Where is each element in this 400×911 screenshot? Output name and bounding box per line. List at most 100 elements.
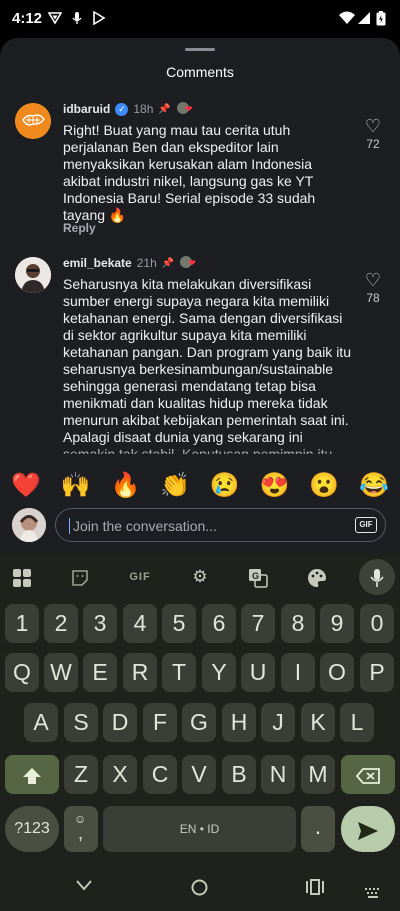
system-nav-bar xyxy=(0,863,400,911)
key-m[interactable]: M xyxy=(301,755,335,794)
nav-home-icon[interactable] xyxy=(191,879,208,901)
emoji-clap-button[interactable]: 👏 xyxy=(159,470,191,502)
period-key[interactable]: . xyxy=(301,806,335,852)
key-k[interactable]: K xyxy=(301,703,335,742)
translate-icon[interactable]: G xyxy=(240,559,276,595)
comment-time: 21h xyxy=(136,256,157,270)
shift-arrow-icon xyxy=(23,767,41,784)
key-g[interactable]: G xyxy=(182,703,216,742)
my-avatar xyxy=(12,508,46,542)
screen: 4:12 Comments idbaruid ✓ 18h 📌 ❤ Right! … xyxy=(0,0,400,911)
play-store-icon xyxy=(92,10,106,26)
key-w[interactable]: W xyxy=(44,653,78,692)
key-5[interactable]: 5 xyxy=(162,604,196,643)
shift-key[interactable] xyxy=(5,755,59,794)
sheet-title: Comments xyxy=(166,64,234,80)
voice-input-mic-icon[interactable] xyxy=(359,559,395,595)
emoji-wow-button[interactable]: 😮 xyxy=(308,470,340,502)
comment-input[interactable]: Join the conversation... GIF xyxy=(55,508,386,542)
key-b[interactable]: B xyxy=(222,755,256,794)
symbols-key[interactable]: ?123 xyxy=(5,806,59,852)
emoji-heart-button[interactable]: ❤️ xyxy=(10,470,42,502)
mic-status-icon xyxy=(70,11,84,25)
key-a[interactable]: A xyxy=(24,703,58,742)
nav-back-chevron-icon[interactable] xyxy=(76,875,92,896)
apps-grid-icon[interactable] xyxy=(4,559,40,595)
key-q[interactable]: Q xyxy=(5,653,39,692)
battery-icon xyxy=(374,11,388,26)
send-arrow-icon xyxy=(358,821,378,840)
emoji-quick-bar: ❤️ 🙌 🔥 👏 😢 😍 😮 😂 xyxy=(0,470,400,506)
comment-username[interactable]: emil_bekate xyxy=(63,256,132,270)
key-h[interactable]: H xyxy=(222,703,256,742)
liked-by-creator-icon: ❤ xyxy=(179,255,197,271)
avatar[interactable] xyxy=(15,257,51,293)
settings-gear-icon[interactable]: ⚙ xyxy=(182,559,218,595)
key-2[interactable]: 2 xyxy=(44,604,78,643)
heart-outline-icon: ♡ xyxy=(364,116,382,136)
signal-icon xyxy=(357,11,371,25)
key-f[interactable]: F xyxy=(143,703,177,742)
status-time: 4:12 xyxy=(12,10,43,27)
emoji-cry-button[interactable]: 😢 xyxy=(209,470,241,502)
comment-item: emil_bekate 21h 📌 ❤ Seharusnya kita mela… xyxy=(0,255,400,465)
comment-text: Seharusnya kita melakukan diversifikasi … xyxy=(63,276,351,454)
avatar[interactable] xyxy=(15,103,51,139)
sticker-icon[interactable] xyxy=(62,559,98,595)
key-3[interactable]: 3 xyxy=(83,604,117,643)
text-caret xyxy=(69,518,70,534)
key-6[interactable]: 6 xyxy=(202,604,236,643)
scroll-fade xyxy=(0,442,400,472)
user-photo xyxy=(15,257,51,293)
key-7[interactable]: 7 xyxy=(241,604,275,643)
status-bar: 4:12 xyxy=(0,0,400,38)
space-key[interactable]: EN • ID xyxy=(103,806,296,852)
key-j[interactable]: J xyxy=(261,703,295,742)
key-o[interactable]: O xyxy=(320,653,354,692)
send-enter-key[interactable] xyxy=(341,806,395,852)
heart-outline-icon: ♡ xyxy=(364,270,382,290)
key-y[interactable]: Y xyxy=(202,653,236,692)
key-0[interactable]: 0 xyxy=(360,604,394,643)
idbaru-logo xyxy=(15,103,51,139)
drag-handle[interactable] xyxy=(185,48,215,51)
key-v[interactable]: V xyxy=(182,755,216,794)
palette-icon[interactable] xyxy=(299,559,335,595)
emoji-fire-button[interactable]: 🔥 xyxy=(109,470,141,502)
emoji-comma-key[interactable]: ☺ , xyxy=(64,806,98,852)
key-e[interactable]: E xyxy=(83,653,117,692)
key-s[interactable]: S xyxy=(64,703,98,742)
nav-recents-icon[interactable] xyxy=(306,879,324,900)
key-1[interactable]: 1 xyxy=(5,604,39,643)
key-u[interactable]: U xyxy=(241,653,275,692)
key-9[interactable]: 9 xyxy=(320,604,354,643)
emoji-laugh-button[interactable]: 😂 xyxy=(358,470,390,502)
key-t[interactable]: T xyxy=(162,653,196,692)
key-z[interactable]: Z xyxy=(64,755,98,794)
reply-button[interactable]: Reply xyxy=(63,221,96,235)
key-8[interactable]: 8 xyxy=(281,604,315,643)
keyboard-gif-button[interactable]: GIF xyxy=(122,559,158,595)
key-d[interactable]: D xyxy=(103,703,137,742)
gif-button[interactable]: GIF xyxy=(355,517,377,533)
key-x[interactable]: X xyxy=(103,755,137,794)
emoji-heart-eyes-button[interactable]: 😍 xyxy=(259,470,291,502)
key-c[interactable]: C xyxy=(143,755,177,794)
comment-username[interactable]: idbaruid xyxy=(63,102,110,116)
comment-input-placeholder: Join the conversation... xyxy=(73,518,217,534)
key-r[interactable]: R xyxy=(123,653,157,692)
key-n[interactable]: N xyxy=(261,755,295,794)
emoji-raised-hands-button[interactable]: 🙌 xyxy=(60,470,92,502)
backspace-key[interactable] xyxy=(341,755,395,794)
comment-item: idbaruid ✓ 18h 📌 ❤ Right! Buat yang mau … xyxy=(0,101,400,241)
key-p[interactable]: P xyxy=(360,653,394,692)
like-button[interactable]: ♡ 72 xyxy=(355,116,391,151)
comment-time: 18h xyxy=(133,102,154,116)
comments-sheet: Comments idbaruid ✓ 18h 📌 ❤ Right! Buat … xyxy=(0,38,400,553)
like-button[interactable]: ♡ 78 xyxy=(355,270,391,305)
key-4[interactable]: 4 xyxy=(123,604,157,643)
keyboard: GIF ⚙ G 1 2 3 4 5 6 7 8 9 0 Q W E R T Y … xyxy=(0,553,400,863)
key-i[interactable]: I xyxy=(281,653,315,692)
key-l[interactable]: L xyxy=(340,703,374,742)
keyboard-switch-icon[interactable] xyxy=(365,883,381,904)
